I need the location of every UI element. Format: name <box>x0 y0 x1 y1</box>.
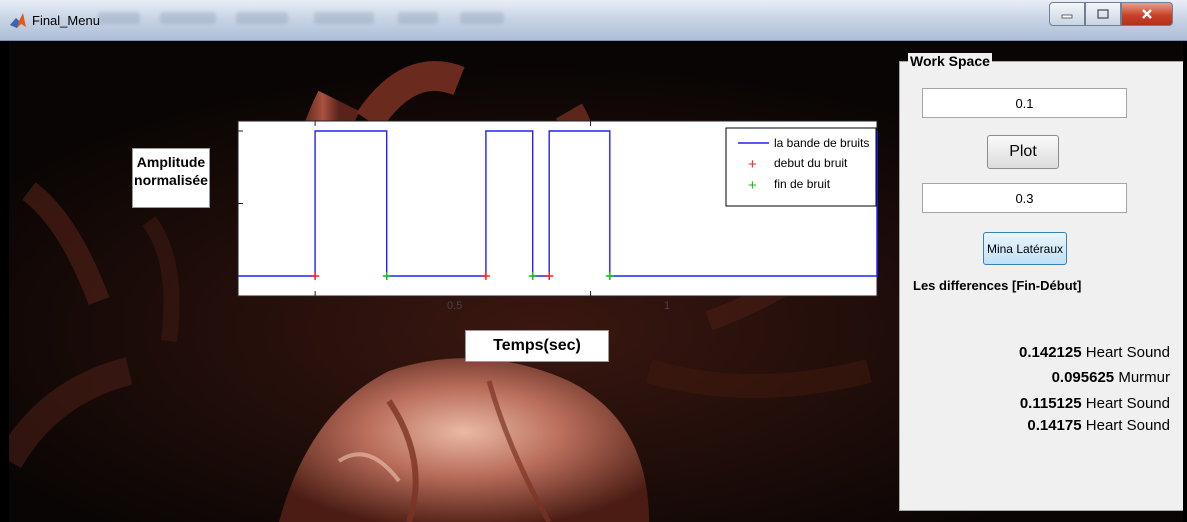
legend: la bande de bruits + debut du bruit + fi… <box>725 127 877 207</box>
maximize-button[interactable] <box>1085 2 1121 26</box>
result-value: 0.14175 <box>1027 417 1082 434</box>
result-row: 0.095625 Murmur <box>900 369 1170 386</box>
window-controls <box>1049 2 1173 26</box>
result-value: 0.115125 <box>1019 395 1082 412</box>
matlab-icon <box>10 13 26 28</box>
result-label: Heart Sound <box>1085 344 1170 361</box>
x-axis-label: Temps(sec) <box>465 330 609 362</box>
maximize-icon <box>1097 9 1109 19</box>
workspace-panel: Work Space Plot Mina Latéraux Les differ… <box>899 53 1183 511</box>
app-window: Final_Menu la bande de bruits + debut du… <box>0 0 1187 522</box>
mina-lateraux-button[interactable]: Mina Latéraux <box>983 232 1067 265</box>
menu-item-blurred[interactable] <box>160 12 216 24</box>
legend-label-debut: debut du bruit <box>774 156 848 170</box>
workspace-title: Work Space <box>908 53 992 69</box>
result-label: Heart Sound <box>1085 417 1170 434</box>
close-icon <box>1142 9 1152 19</box>
menu-item-blurred[interactable] <box>398 12 438 24</box>
threshold-input-1[interactable] <box>922 88 1127 118</box>
result-label: Murmur <box>1118 369 1170 386</box>
x-tick-label-1: 1 <box>664 300 670 312</box>
menu-item-blurred[interactable] <box>236 12 288 24</box>
legend-marker-debut: + <box>748 156 757 173</box>
result-row: 0.115125 Heart Sound <box>900 395 1170 412</box>
y-axis-label: Amplitude normalisée <box>132 148 210 208</box>
title-bar[interactable]: Final_Menu <box>0 0 1187 41</box>
close-button[interactable] <box>1121 2 1173 26</box>
result-label: Heart Sound <box>1085 395 1170 412</box>
figure-area: la bande de bruits + debut du bruit + fi… <box>9 41 1183 522</box>
result-row: 0.142125 Heart Sound <box>900 344 1170 361</box>
legend-label-noise-band: la bande de bruits <box>774 136 869 150</box>
x-tick-label-0.5: 0.5 <box>447 300 462 312</box>
legend-label-fin: fin de bruit <box>774 177 831 191</box>
plot-button[interactable]: Plot <box>987 135 1059 169</box>
window-title: Final_Menu <box>32 13 100 28</box>
menu-item-blurred[interactable] <box>460 12 504 24</box>
minimize-button[interactable] <box>1049 2 1085 26</box>
result-value: 0.142125 <box>1019 344 1082 361</box>
menu-item-blurred[interactable] <box>98 12 140 24</box>
minimize-icon <box>1061 14 1073 19</box>
differences-title: Les differences [Fin-Début] <box>913 278 1082 293</box>
threshold-input-2[interactable] <box>922 183 1127 213</box>
menu-item-blurred[interactable] <box>314 12 374 24</box>
legend-marker-fin: + <box>748 177 757 194</box>
result-row: 0.14175 Heart Sound <box>900 417 1170 434</box>
result-value: 0.095625 <box>1051 369 1115 386</box>
